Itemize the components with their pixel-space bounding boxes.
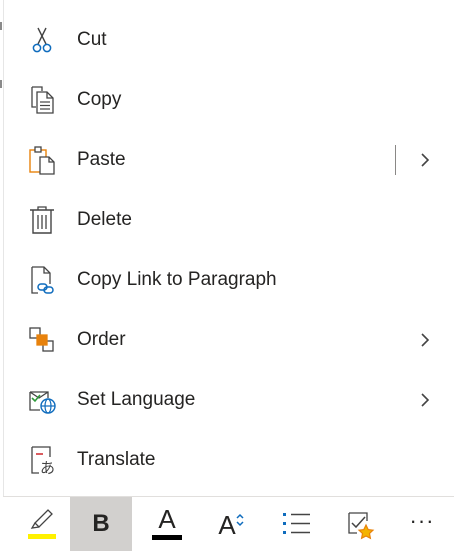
font-color-swatch	[152, 535, 182, 540]
menu-item-label: Order	[77, 329, 126, 350]
translate-icon: あ	[26, 444, 58, 476]
chevron-right-icon	[415, 390, 435, 410]
link-document-icon	[26, 264, 58, 296]
chevron-right-icon[interactable]	[415, 150, 435, 170]
more-icon: ···	[409, 508, 435, 533]
menu-item-cut[interactable]: Cut	[4, 10, 453, 70]
menu-item-set-language[interactable]: Set Language	[4, 370, 453, 430]
checklist-button[interactable]	[329, 497, 391, 551]
menu-item-label: Paste	[77, 149, 126, 170]
format-toolbar: B A A ···	[3, 496, 454, 551]
bold-button[interactable]: B	[70, 497, 132, 551]
more-options-button[interactable]: ···	[391, 497, 453, 551]
menu-item-order[interactable]: Order	[4, 310, 453, 370]
menu-item-translate[interactable]: あ Translate	[4, 430, 453, 490]
document-edge-mark	[0, 22, 2, 30]
split-divider	[395, 145, 396, 175]
size-arrows-icon	[236, 513, 244, 527]
menu-item-label: Copy	[77, 89, 122, 110]
trash-icon	[26, 204, 58, 236]
menu-item-copy[interactable]: Copy	[4, 70, 453, 130]
menu-item-label: Translate	[77, 449, 156, 470]
scissors-icon	[26, 24, 58, 56]
menu-item-paste[interactable]: Paste	[4, 130, 453, 190]
menu-item-copy-link[interactable]: Copy Link to Paragraph	[4, 250, 453, 310]
context-menu: Cut Copy Paste Delete Copy Link to Parag…	[3, 0, 454, 551]
menu-item-delete[interactable]: Delete	[4, 190, 453, 250]
document-edge-mark	[0, 80, 2, 88]
svg-text:あ: あ	[40, 459, 55, 476]
highlight-button[interactable]	[8, 497, 70, 551]
copy-icon	[26, 84, 58, 116]
chevron-right-icon	[415, 330, 435, 350]
menu-item-label: Copy Link to Paragraph	[77, 269, 277, 290]
language-globe-icon	[26, 384, 58, 416]
menu-item-label: Set Language	[77, 389, 196, 410]
font-size-button[interactable]: A	[202, 497, 264, 551]
bold-icon: B	[92, 510, 110, 537]
paste-icon	[26, 144, 58, 176]
menu-item-label: Delete	[77, 209, 132, 230]
order-icon	[26, 324, 58, 356]
menu-item-label: Cut	[77, 29, 107, 50]
context-menu-screen: Cut Copy Paste Delete Copy Link to Parag…	[0, 0, 454, 551]
font-color-button[interactable]: A	[136, 497, 198, 551]
bullets-button[interactable]	[266, 497, 328, 551]
